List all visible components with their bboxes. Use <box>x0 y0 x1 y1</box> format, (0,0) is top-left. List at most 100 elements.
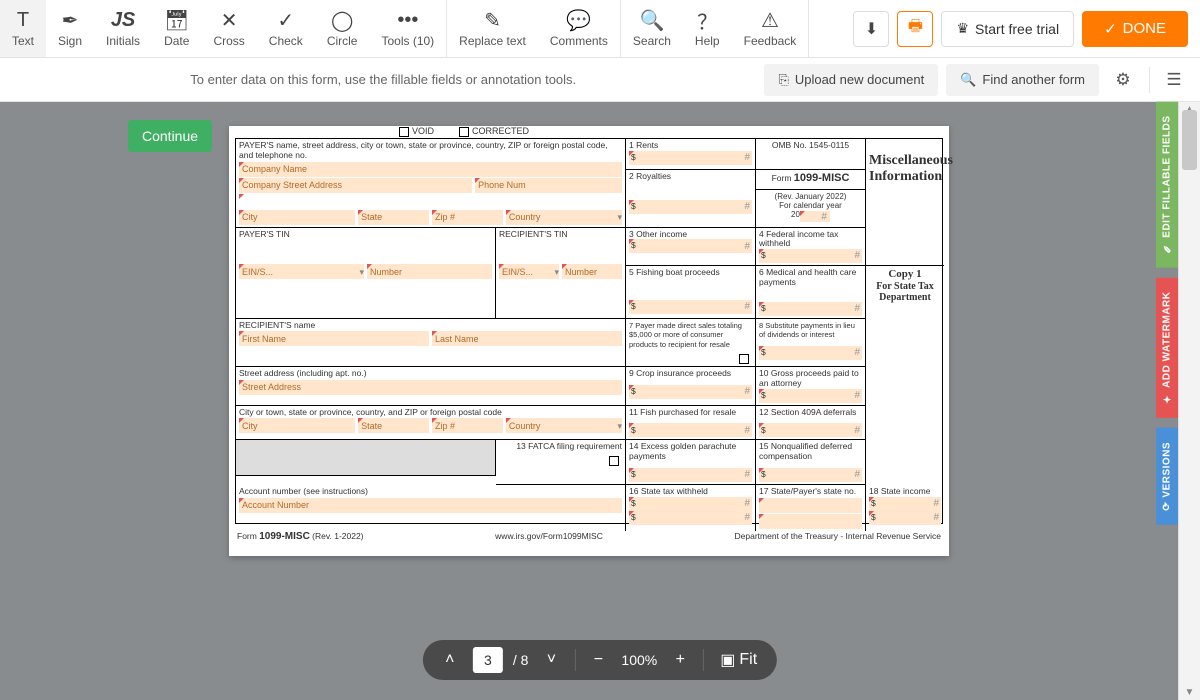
initials-icon: JS <box>111 9 135 31</box>
zoom-in-button[interactable]: + <box>667 647 693 673</box>
circle-icon: ◯ <box>331 9 353 31</box>
box4-field[interactable]: $# <box>759 249 862 263</box>
tool-check[interactable]: ✓Check <box>257 0 315 57</box>
tool-date[interactable]: 📅︎Date <box>152 0 201 57</box>
scrollbar-thumb[interactable] <box>1182 110 1197 170</box>
fit-button[interactable]: ▣Fit <box>714 647 763 673</box>
corrected-checkbox[interactable] <box>459 127 469 137</box>
download-button[interactable]: ⬇ <box>853 11 889 47</box>
edit-icon: ✎ <box>1162 242 1173 254</box>
scroll-down-icon: ▼ <box>1179 687 1200 698</box>
divider <box>1149 67 1150 93</box>
done-button[interactable]: ✓DONE <box>1082 11 1188 47</box>
find-form-button[interactable]: 🔍Find another form <box>946 64 1099 96</box>
edit-fields-tab[interactable]: ✎EDIT FILLABLE FIELDS <box>1156 102 1178 268</box>
recip-state-field[interactable]: State <box>358 418 429 433</box>
page-navigator: ˄ 3 / 8 ˅ − 100% + ▣Fit <box>423 640 777 680</box>
tool-more[interactable]: •••Tools (10) <box>369 0 446 57</box>
tool-cross[interactable]: ✕Cross <box>201 0 256 57</box>
void-checkbox[interactable] <box>399 127 409 137</box>
box17-field-b[interactable] <box>759 514 862 529</box>
box13-checkbox[interactable] <box>609 456 619 466</box>
box11-label: 11 Fish purchased for resale <box>629 407 736 417</box>
first-name-field[interactable]: First Name <box>239 331 429 346</box>
year-field[interactable]: # <box>800 211 830 222</box>
box12-field[interactable]: $# <box>759 423 862 437</box>
list-icon: ☰ <box>1166 70 1181 90</box>
tool-circle[interactable]: ◯Circle <box>315 0 370 57</box>
payer-city-field[interactable]: City <box>239 210 355 225</box>
box5-label: 5 Fishing boat proceeds <box>629 267 720 277</box>
box16-field-b[interactable]: $# <box>629 511 752 525</box>
tool-help[interactable]: ？Help <box>683 0 732 57</box>
payer-country-field[interactable]: Country▾ <box>506 210 622 225</box>
box15-field[interactable]: $# <box>759 468 862 482</box>
box2-field[interactable]: $# <box>629 200 752 214</box>
account-header: Account number (see instructions) <box>239 487 622 497</box>
omb-label: OMB No. 1545-0115 <box>756 139 866 170</box>
payer-state-field[interactable]: State <box>358 210 429 225</box>
box16-field-a[interactable]: $# <box>629 497 752 511</box>
recipient-name-label: RECIPIENT'S name <box>239 321 622 331</box>
box8-field[interactable]: $# <box>759 346 862 360</box>
payer-tin-number[interactable]: Number <box>367 264 492 279</box>
comments-icon: 💬 <box>566 9 591 31</box>
account-field[interactable]: Account Number <box>239 498 622 513</box>
phone-field[interactable]: Phone Num <box>475 178 622 193</box>
box3-field[interactable]: $# <box>629 239 752 253</box>
page-down-button[interactable]: ˅ <box>538 647 564 673</box>
tool-search[interactable]: 🔍Search <box>621 0 683 57</box>
box10-field[interactable]: $# <box>759 389 862 403</box>
tool-replace[interactable]: ✎Replace text <box>447 0 538 57</box>
outline-button[interactable]: ☰ <box>1158 64 1190 96</box>
vertical-scrollbar[interactable]: ▲ ▼ <box>1178 102 1200 700</box>
tool-initials[interactable]: JSInitials <box>94 0 152 57</box>
zoom-out-button[interactable]: − <box>585 647 611 673</box>
continue-button[interactable]: Continue <box>128 120 212 152</box>
box11-field[interactable]: $# <box>629 423 752 437</box>
company-street-field[interactable]: Company Street Address <box>239 178 472 193</box>
box17-field-a[interactable] <box>759 498 862 513</box>
street-field[interactable]: Street Address <box>239 380 622 395</box>
plus-icon: + <box>676 651 685 669</box>
box6-field[interactable]: $# <box>759 302 862 316</box>
box1-field[interactable]: $# <box>629 151 752 165</box>
tool-feedback[interactable]: ⚠Feedback <box>732 0 809 57</box>
box18-field-a[interactable]: $# <box>869 497 941 511</box>
recipient-tin-number[interactable]: Number <box>562 264 622 279</box>
watermark-tab[interactable]: ✦ADD WATERMARK <box>1156 278 1178 418</box>
upload-document-button[interactable]: ⎘Upload new document <box>764 64 938 96</box>
tool-sign[interactable]: ✒Sign <box>46 0 94 57</box>
sign-icon: ✒ <box>62 9 79 31</box>
hint-text: To enter data on this form, use the fill… <box>10 72 756 87</box>
cityline-header: City or town, state or province, country… <box>239 408 622 418</box>
recip-city-field[interactable]: City <box>239 418 355 433</box>
recip-country-field[interactable]: Country▾ <box>506 418 622 433</box>
versions-tab[interactable]: ⟳VERSIONS <box>1156 428 1178 525</box>
minus-icon: − <box>594 651 603 669</box>
settings-button[interactable]: ⚙ <box>1107 64 1139 96</box>
payer-ein-select[interactable]: EIN/S...▾ <box>239 264 364 279</box>
company-name-field[interactable]: Company Name <box>239 162 622 177</box>
box9-field[interactable]: $# <box>629 385 752 399</box>
page-number-input[interactable]: 3 <box>473 647 503 673</box>
box17-label: 17 State/Payer's state no. <box>759 486 856 496</box>
magnifier-icon: 🔍 <box>960 72 976 88</box>
box18-field-b[interactable]: $# <box>869 511 941 525</box>
start-trial-button[interactable]: ♛Start free trial <box>941 11 1074 47</box>
box5-field[interactable]: $# <box>629 300 752 314</box>
last-name-field[interactable]: Last Name <box>432 331 622 346</box>
box14-field[interactable]: $# <box>629 468 752 482</box>
recip-zip-field[interactable]: Zip # <box>432 418 503 433</box>
tool-text[interactable]: TText <box>0 0 46 57</box>
page-up-button[interactable]: ˄ <box>437 647 463 673</box>
box18-label: 18 State income <box>869 486 930 496</box>
tool-comments[interactable]: 💬Comments <box>538 0 620 57</box>
print-button[interactable]: 🖶 <box>897 11 933 47</box>
recipient-ein-select[interactable]: EIN/S...▾ <box>499 264 559 279</box>
box6-label: 6 Medical and health care payments <box>759 267 856 287</box>
search-icon: 🔍 <box>639 9 664 31</box>
payer-zip-field[interactable]: Zip # <box>432 210 503 225</box>
box7-checkbox[interactable] <box>739 354 749 364</box>
chevron-down-icon: ˅ <box>547 651 556 669</box>
